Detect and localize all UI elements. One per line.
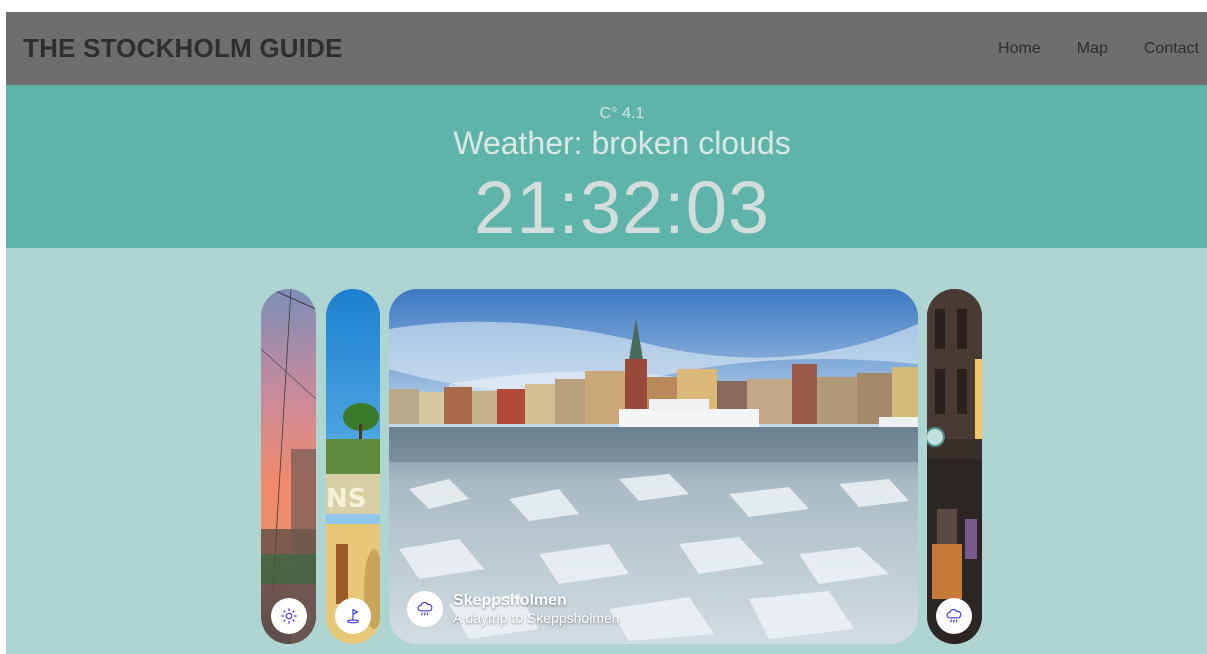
- sun-icon: [271, 598, 307, 634]
- card-caption: Skeppsholmen A daytrip to Skeppsholmen: [453, 592, 620, 626]
- nav-map-link[interactable]: Map: [1077, 40, 1108, 58]
- temperature-readout: C° 4.1: [599, 105, 645, 122]
- skeppsholmen-photo: [389, 289, 918, 644]
- site-title: THE STOCKHOLM GUIDE: [23, 33, 343, 63]
- card-subtitle: A daytrip to Skeppsholmen: [453, 610, 620, 626]
- nav-contact-link[interactable]: Contact: [1144, 40, 1199, 58]
- street-photo: [927, 289, 982, 644]
- gallery-card-street[interactable]: [927, 289, 982, 644]
- clock-display: 21:32:03: [473, 166, 771, 249]
- gallery-card-park[interactable]: NS: [326, 289, 380, 644]
- sunset-photo: [261, 289, 316, 644]
- site-header: THE STOCKHOLM GUIDE Home Map Contact: [6, 12, 1207, 85]
- park-photo: NS: [326, 289, 380, 644]
- card-title: Skeppsholmen: [453, 592, 567, 609]
- nav-home-link[interactable]: Home: [998, 40, 1041, 58]
- rain-cloud-icon: [407, 591, 443, 627]
- rain-cloud-icon: [936, 598, 972, 634]
- gallery-card-skeppsholmen[interactable]: Skeppsholmen A daytrip to Skeppsholmen: [389, 289, 918, 644]
- gallery-card-sunset[interactable]: [261, 289, 316, 644]
- svg-text:NS: NS: [326, 484, 367, 514]
- gallery: NS Skeppsholmen A daytrip to Skeppsholme…: [6, 248, 1207, 654]
- weather-condition: Weather: broken clouds: [453, 125, 791, 161]
- main-nav: Home Map Contact: [998, 12, 1199, 85]
- weather-panel: C° 4.1 Weather: broken clouds 21:32:03: [6, 85, 1207, 249]
- golf-flag-icon: [335, 598, 371, 634]
